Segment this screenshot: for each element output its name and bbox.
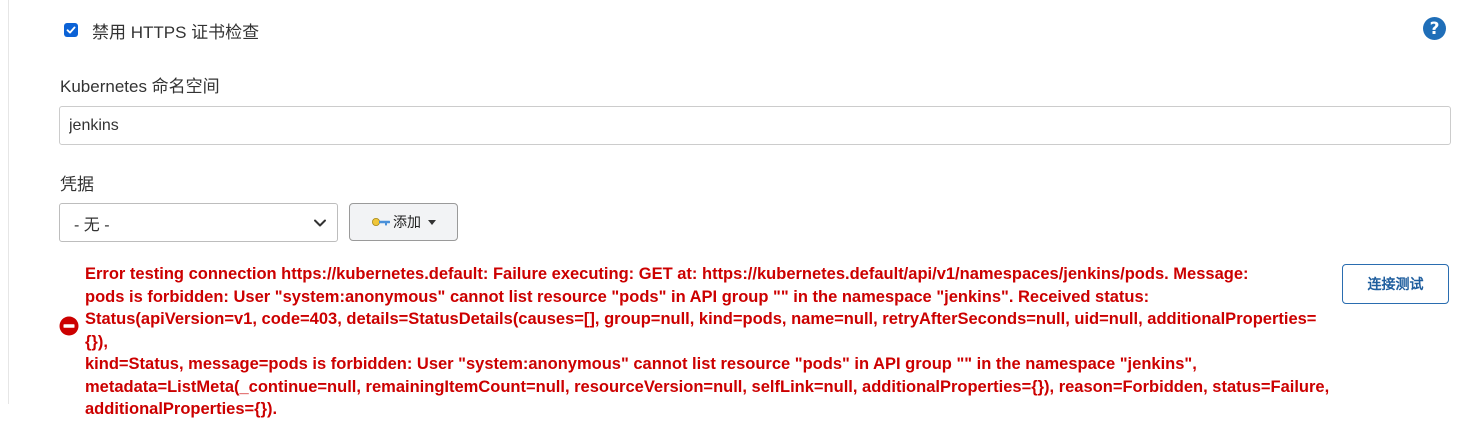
disable-https-check-row[interactable]: 禁用 HTTPS 证书检查 <box>64 18 259 42</box>
add-credentials-button[interactable]: 添加 <box>349 203 458 241</box>
namespace-label: Kubernetes 命名空间 <box>60 77 220 96</box>
credentials-selected-value: - 无 - <box>74 216 110 234</box>
add-credentials-label: 添加 <box>393 214 421 230</box>
error-circle-icon <box>59 316 79 336</box>
left-divider <box>8 0 9 404</box>
disable-https-check-label: 禁用 HTTPS 证书检查 <box>92 22 260 42</box>
caret-down-icon <box>428 219 436 225</box>
question-circle-icon[interactable]: ? <box>1423 17 1446 40</box>
help-symbol: ? <box>1429 18 1440 39</box>
namespace-input[interactable] <box>59 106 1451 145</box>
chevron-down-icon <box>314 219 326 226</box>
connection-error-message: Error testing connection https://kuberne… <box>85 265 1330 418</box>
credentials-select[interactable]: - 无 - <box>59 203 338 242</box>
credentials-label: 凭据 <box>60 175 94 194</box>
test-connection-label: 连接测试 <box>1367 276 1424 292</box>
test-connection-button[interactable]: 连接测试 <box>1342 264 1449 304</box>
key-icon <box>371 216 391 228</box>
checkmark-icon <box>66 26 76 34</box>
disable-https-checkbox[interactable] <box>64 23 78 37</box>
